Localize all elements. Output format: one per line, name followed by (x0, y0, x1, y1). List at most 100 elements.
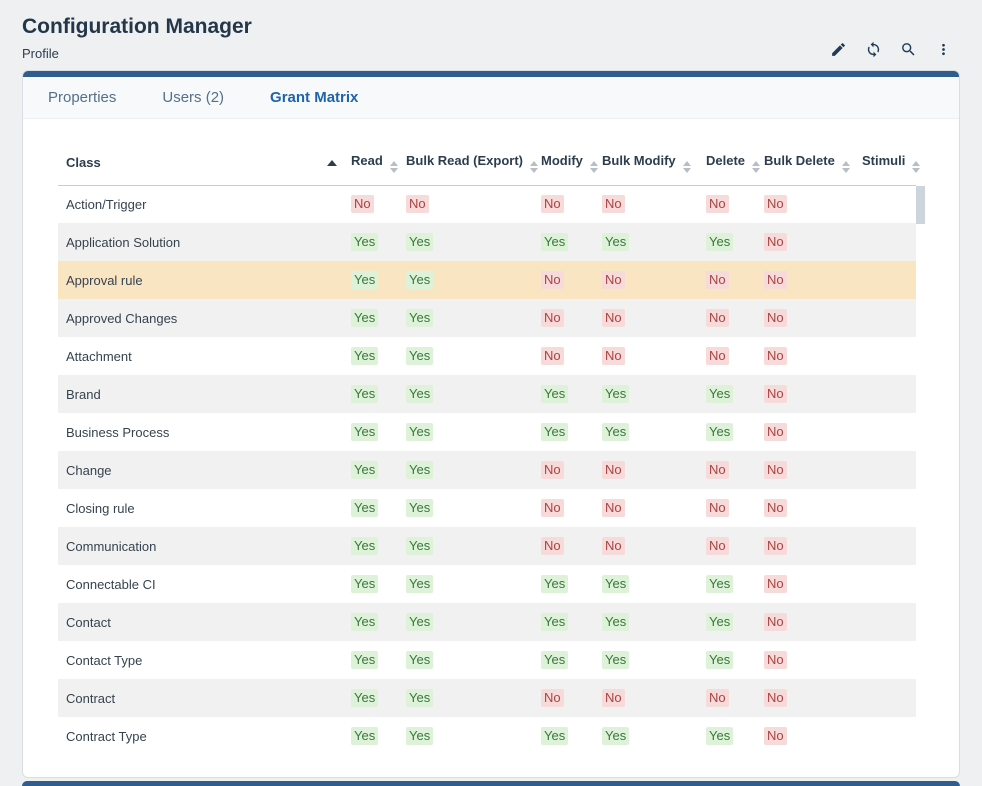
grant-cell: Yes (706, 641, 764, 679)
grant-badge-no: No (764, 461, 787, 479)
sort-icon (590, 161, 598, 173)
column-header-bulk-modify[interactable]: Bulk Modify (602, 141, 706, 185)
grant-badge-yes: Yes (351, 499, 378, 517)
table-row[interactable]: Contact TypeYesYesYesYesYesNo (58, 641, 916, 679)
column-header-bulk-read-export[interactable]: Bulk Read (Export) (406, 141, 541, 185)
grant-badge-no: No (602, 537, 625, 555)
refresh-button[interactable] (864, 40, 882, 58)
grant-badge-no: No (406, 195, 429, 213)
grant-cell: Yes (541, 223, 602, 261)
grant-badge-no: No (541, 461, 564, 479)
table-row[interactable]: Application SolutionYesYesYesYesYesNo (58, 223, 916, 261)
grant-badge-yes: Yes (602, 423, 629, 441)
class-cell: Approved Changes (58, 299, 351, 337)
edit-button[interactable] (829, 40, 847, 58)
grant-badge-yes: Yes (351, 575, 378, 593)
column-header-bulk-delete[interactable]: Bulk Delete (764, 141, 862, 185)
grant-badge-yes: Yes (406, 385, 433, 403)
scrollbar-thumb[interactable] (916, 186, 925, 224)
table-row[interactable]: AttachmentYesYesNoNoNoNo (58, 337, 916, 375)
grant-badge-yes: Yes (706, 613, 733, 631)
grant-cell: Yes (351, 261, 406, 299)
column-label: Bulk Read (Export) (406, 153, 523, 168)
grant-badge-yes: Yes (351, 271, 378, 289)
grant-cell: No (764, 337, 862, 375)
tab-users[interactable]: Users (2) (162, 89, 224, 106)
grant-cell: Yes (602, 603, 706, 641)
grant-badge-yes: Yes (406, 613, 433, 631)
table-row[interactable]: Business ProcessYesYesYesYesYesNo (58, 413, 916, 451)
column-header-delete[interactable]: Delete (706, 141, 764, 185)
grant-badge-no: No (706, 195, 729, 213)
column-header-read[interactable]: Read (351, 141, 406, 185)
table-scrollbar[interactable] (916, 186, 925, 756)
grant-badge-yes: Yes (351, 727, 378, 745)
table-row[interactable]: Connectable CIYesYesYesYesYesNo (58, 565, 916, 603)
grant-cell: No (706, 261, 764, 299)
search-button[interactable] (899, 40, 917, 58)
column-header-class[interactable]: Class (58, 141, 351, 185)
table-row[interactable]: ContractYesYesNoNoNoNo (58, 679, 916, 717)
grant-badge-no: No (541, 689, 564, 707)
table-row[interactable]: CommunicationYesYesNoNoNoNo (58, 527, 916, 565)
sort-icon (842, 161, 850, 173)
grant-cell: No (602, 337, 706, 375)
table-row[interactable]: Closing ruleYesYesNoNoNoNo (58, 489, 916, 527)
table-row[interactable]: ContactYesYesYesYesYesNo (58, 603, 916, 641)
grant-badge-no: No (764, 613, 787, 631)
class-cell: Closing rule (58, 489, 351, 527)
grant-cell: Yes (406, 451, 541, 489)
grant-cell: Yes (602, 641, 706, 679)
table-row[interactable]: Contract TypeYesYesYesYesYesNo (58, 717, 916, 755)
grant-badge-yes: Yes (406, 575, 433, 593)
more-options-button[interactable] (934, 40, 952, 58)
grant-cell: Yes (406, 375, 541, 413)
grant-cell: No (706, 299, 764, 337)
tab-bar: Properties Users (2) Grant Matrix (23, 77, 959, 119)
grant-badge-yes: Yes (406, 233, 433, 251)
grant-badge-no: No (764, 499, 787, 517)
grant-badge-yes: Yes (706, 385, 733, 403)
grant-cell: Yes (706, 223, 764, 261)
column-header-modify[interactable]: Modify (541, 141, 602, 185)
grant-cell: Yes (351, 603, 406, 641)
grant-badge-yes: Yes (706, 575, 733, 593)
table-row[interactable]: Approval ruleYesYesNoNoNoNo (58, 261, 916, 299)
grant-badge-yes: Yes (706, 727, 733, 745)
grant-cell: Yes (541, 603, 602, 641)
grant-badge-no: No (602, 195, 625, 213)
column-header-stimuli[interactable]: Stimuli (862, 141, 916, 185)
profile-card: Properties Users (2) Grant Matrix ClassR… (22, 70, 960, 778)
class-cell: Connectable CI (58, 565, 351, 603)
grant-cell: No (602, 527, 706, 565)
grant-badge-no: No (541, 537, 564, 555)
table-row[interactable]: BrandYesYesYesYesYesNo (58, 375, 916, 413)
class-cell: Contact (58, 603, 351, 641)
grant-badge-no: No (602, 499, 625, 517)
grant-cell (862, 299, 916, 337)
grant-cell: No (764, 223, 862, 261)
grant-cell: Yes (351, 413, 406, 451)
table-row[interactable]: Approved ChangesYesYesNoNoNoNo (58, 299, 916, 337)
tab-properties[interactable]: Properties (48, 89, 116, 106)
grant-cell: Yes (406, 337, 541, 375)
grant-cell: Yes (351, 679, 406, 717)
grant-badge-no: No (764, 271, 787, 289)
column-label: Delete (706, 153, 745, 168)
class-cell: Business Process (58, 413, 351, 451)
grant-cell: No (764, 185, 862, 223)
grant-cell: No (706, 337, 764, 375)
table-row[interactable]: Action/TriggerNoNoNoNoNoNo (58, 185, 916, 223)
grant-cell: No (602, 261, 706, 299)
grant-cell: Yes (706, 413, 764, 451)
grant-badge-no: No (706, 461, 729, 479)
grant-badge-no: No (541, 271, 564, 289)
table-row[interactable]: ChangeYesYesNoNoNoNo (58, 451, 916, 489)
grant-badge-no: No (764, 575, 787, 593)
grant-cell: No (541, 527, 602, 565)
grant-cell: No (602, 451, 706, 489)
tab-grant-matrix[interactable]: Grant Matrix (270, 89, 358, 106)
column-label: Read (351, 153, 383, 168)
class-cell: Contract (58, 679, 351, 717)
page-title: Configuration Manager (22, 14, 960, 40)
